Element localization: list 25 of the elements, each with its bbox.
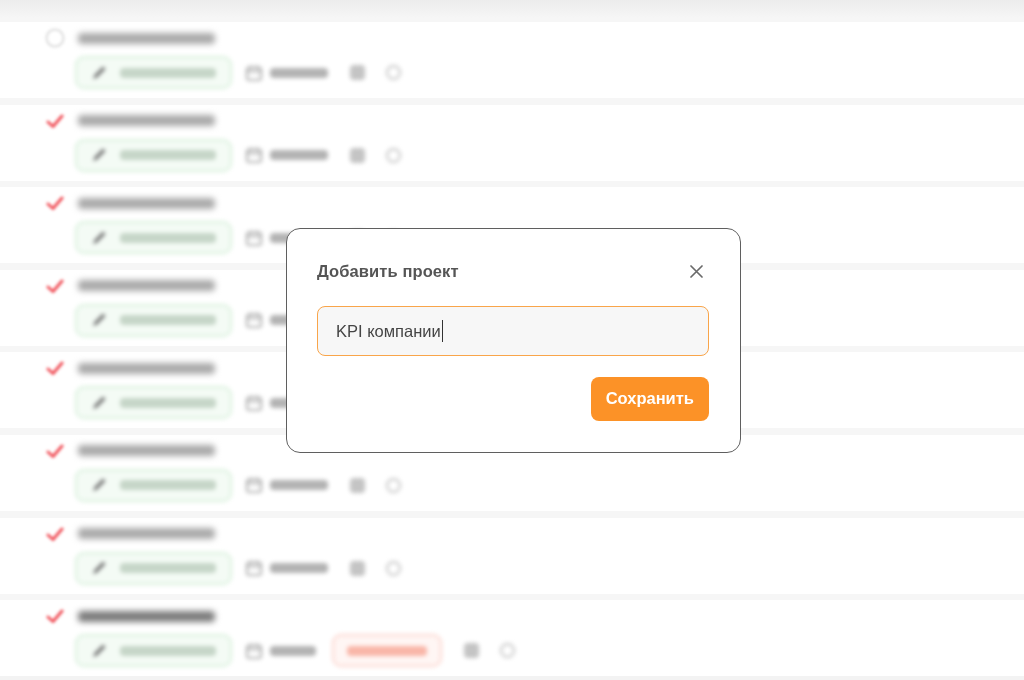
pen-icon bbox=[91, 229, 107, 246]
pen-icon bbox=[91, 394, 107, 411]
blurred-date bbox=[270, 645, 316, 656]
close-icon bbox=[690, 265, 703, 278]
close-button[interactable] bbox=[690, 265, 703, 278]
blurred-date bbox=[270, 150, 328, 161]
blurred-date bbox=[270, 563, 328, 574]
calendar-icon bbox=[246, 642, 262, 659]
calendar-icon bbox=[246, 312, 262, 329]
dialog-title: Добавить проект bbox=[317, 262, 459, 281]
pen-icon bbox=[91, 642, 107, 659]
input-field[interactable]: KPI компании bbox=[317, 305, 709, 356]
calendar-icon bbox=[246, 147, 262, 164]
pen-icon bbox=[91, 560, 107, 577]
calendar-icon bbox=[246, 560, 262, 577]
blurred-date bbox=[270, 67, 328, 78]
calendar-icon bbox=[246, 394, 262, 411]
calendar-icon bbox=[246, 229, 262, 246]
calendar-icon bbox=[246, 64, 262, 81]
blurred-date bbox=[270, 480, 328, 491]
calendar-icon bbox=[246, 477, 262, 494]
pen-icon bbox=[91, 147, 107, 164]
pen-icon bbox=[91, 64, 107, 81]
pen-icon bbox=[91, 312, 107, 329]
pen-icon bbox=[91, 477, 107, 494]
